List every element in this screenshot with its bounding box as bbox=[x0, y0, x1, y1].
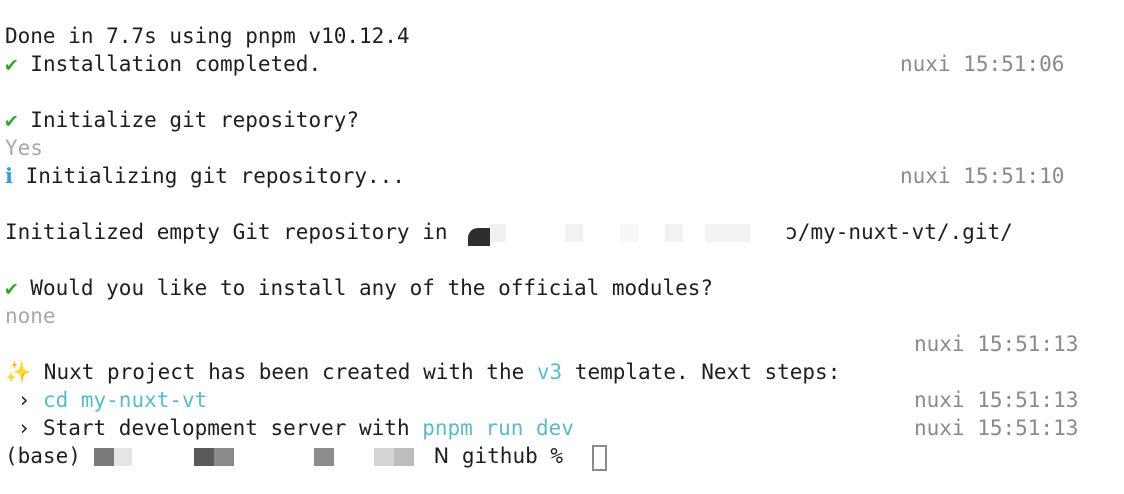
done-text: Done in 7.7s using pnpm v10.12.4 bbox=[5, 24, 410, 48]
init-timestamp: nuxi 15:51:10 bbox=[900, 164, 1065, 188]
checkmark-icon: ✔ bbox=[5, 108, 18, 132]
git-question-text: Initialize git repository? bbox=[17, 108, 360, 132]
git-question-line: ✔ Initialize git repository? bbox=[5, 106, 359, 134]
prompt-env: (base) bbox=[5, 444, 94, 468]
modules-question-line: ✔ Would you like to install any of the o… bbox=[5, 274, 713, 302]
step-dev-line: › Start development server with pnpm run… bbox=[5, 414, 574, 442]
step-cd-timestamp: nuxi 15:51:13 bbox=[914, 388, 1079, 412]
step-cd-line: › cd my-nuxt-vt bbox=[5, 386, 208, 414]
shell-prompt[interactable]: (base) ꓠ github % bbox=[5, 442, 576, 470]
sparkle-icon: ✨ bbox=[5, 360, 32, 384]
info-icon: ℹ bbox=[5, 164, 13, 188]
checkmark-icon: ✔ bbox=[5, 276, 18, 300]
init-line: ℹ Initializing git repository... bbox=[5, 162, 405, 190]
empty-repo-suffix: ɔ/my-nuxt-vt/.git/ bbox=[785, 220, 1013, 244]
modules-question-text: Would you like to install any of the off… bbox=[17, 276, 714, 300]
text-cursor bbox=[592, 445, 607, 471]
checkmark-icon: ✔ bbox=[5, 52, 18, 76]
install-text: Installation completed. bbox=[17, 52, 322, 76]
created-line: ✨ Nuxt project has been created with the… bbox=[5, 358, 840, 386]
install-line: ✔ Installation completed. bbox=[5, 50, 321, 78]
init-text: Initializing git repository... bbox=[12, 164, 405, 188]
created-timestamp: nuxi 15:51:13 bbox=[914, 332, 1079, 356]
empty-repo-prefix: Initialized empty Git repository in bbox=[5, 220, 461, 244]
modules-answer: none bbox=[5, 304, 56, 328]
template-name: v3 bbox=[536, 360, 563, 384]
terminal-window[interactable]: Done in 7.7s using pnpm v10.12.4 ✔ Insta… bbox=[0, 0, 1124, 494]
install-timestamp: nuxi 15:51:06 bbox=[900, 52, 1065, 76]
chevron-right-icon: › bbox=[5, 388, 43, 412]
redacted-prompt bbox=[93, 442, 434, 470]
step-dev-timestamp: nuxi 15:51:13 bbox=[914, 416, 1079, 440]
empty-repo-line: Initialized empty Git repository in ɔ/my… bbox=[5, 218, 1013, 246]
created-suffix: template. Next steps: bbox=[562, 360, 841, 384]
done-line: Done in 7.7s using pnpm v10.12.4 bbox=[5, 22, 410, 50]
cd-command: cd my-nuxt-vt bbox=[42, 388, 208, 412]
created-prefix: Nuxt project has been created with the bbox=[31, 360, 537, 384]
prompt-dir: github % bbox=[449, 444, 576, 468]
git-answer: Yes bbox=[5, 136, 43, 160]
dev-command: pnpm run dev bbox=[422, 416, 574, 440]
chevron-right-icon: › bbox=[5, 416, 43, 440]
redacted-path bbox=[460, 218, 785, 246]
prompt-partial-glyph: ꓠ bbox=[433, 444, 450, 468]
step-dev-text: Start development server with bbox=[42, 416, 423, 440]
